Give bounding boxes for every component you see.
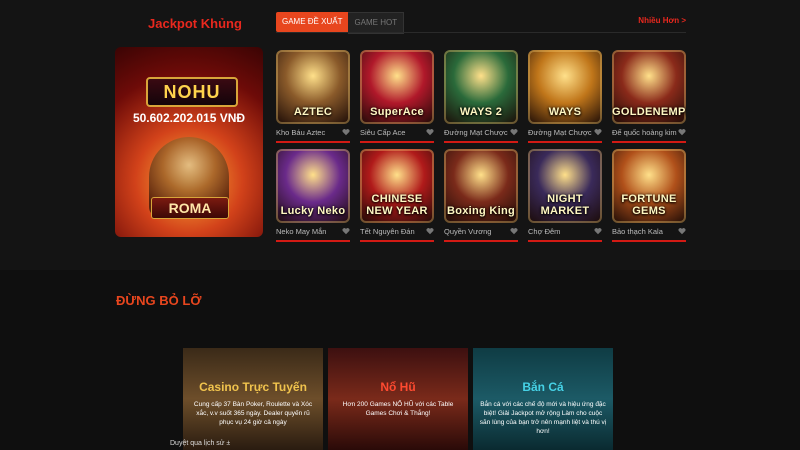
game-thumbnail[interactable]: Boxing King	[444, 149, 518, 223]
heart-icon[interactable]	[678, 227, 686, 235]
card-underline	[528, 141, 602, 143]
game-tabs: GAME ĐỀ XUẤT GAME HOT	[276, 12, 405, 34]
game-thumb-title: AZTEC	[293, 106, 333, 118]
game-label: Bảo thạch Kala	[612, 227, 663, 236]
section-title: ĐỪNG BỎ LỠ	[116, 293, 202, 308]
heart-icon[interactable]	[510, 128, 518, 136]
game-label: Kho Báu Aztec	[276, 128, 326, 137]
game-card[interactable]: SuperAce Siêu Cấp Ace	[360, 50, 434, 143]
heart-icon[interactable]	[342, 128, 350, 136]
featured-section: Jackpot Khủng GAME ĐỀ XUẤT GAME HOT Nhiề…	[0, 0, 800, 270]
game-thumbnail[interactable]: WAYS	[528, 50, 602, 124]
game-thumb-title: Boxing King	[446, 205, 516, 217]
game-card[interactable]: FORTUNE GEMS Bảo thạch Kala	[612, 149, 686, 242]
game-thumbnail[interactable]: SuperAce	[360, 50, 434, 124]
promo-title: Bắn Cá	[522, 380, 564, 394]
tab-hot[interactable]: GAME HOT	[348, 12, 405, 34]
game-thumb-title: Lucky Neko	[280, 205, 346, 217]
card-underline	[360, 240, 434, 242]
game-thumb-title: WAYS 2	[459, 106, 503, 118]
card-underline	[360, 141, 434, 143]
game-thumb-title: NIGHT MARKET	[540, 193, 590, 217]
promo-desc: Cung cấp 37 Bàn Poker, Roulette và Xóc x…	[193, 401, 313, 426]
history-link[interactable]: Duyệt qua lịch sử ±	[170, 440, 230, 447]
jackpot-amount: 50.602.202.015 VNĐ	[132, 111, 246, 125]
card-underline	[276, 141, 350, 143]
roma-badge: ROMA	[151, 197, 229, 219]
promo-card-nohu[interactable]: Nổ Hũ Hơn 200 Games NỔ HŨ với các Table …	[328, 348, 468, 450]
game-card[interactable]: NIGHT MARKET Chợ Đêm	[528, 149, 602, 242]
game-thumb-title: FORTUNE GEMS	[621, 193, 677, 217]
tab-recommended[interactable]: GAME ĐỀ XUẤT	[276, 12, 349, 32]
card-underline	[444, 240, 518, 242]
game-card[interactable]: AZTEC Kho Báu Aztec	[276, 50, 350, 143]
game-thumbnail[interactable]: GOLDENEMPIRE	[612, 50, 686, 124]
heart-icon[interactable]	[594, 128, 602, 136]
game-thumbnail[interactable]: AZTEC	[276, 50, 350, 124]
heart-icon[interactable]	[510, 227, 518, 235]
game-card[interactable]: Lucky Neko Neko May Mắn	[276, 149, 350, 242]
game-thumbnail[interactable]: FORTUNE GEMS	[612, 149, 686, 223]
promo-title: Casino Trực Tuyến	[199, 380, 307, 394]
heart-icon[interactable]	[678, 128, 686, 136]
game-label: Neko May Mắn	[276, 227, 327, 236]
game-label: Đế quốc hoàng kim	[612, 128, 677, 137]
more-link[interactable]: Nhiều Hơn >	[638, 16, 686, 25]
card-underline	[612, 141, 686, 143]
game-thumb-title: WAYS	[548, 106, 582, 118]
game-card[interactable]: Boxing King Quyền Vương	[444, 149, 518, 242]
card-underline	[444, 141, 518, 143]
game-thumbnail[interactable]: NIGHT MARKET	[528, 149, 602, 223]
card-underline	[528, 240, 602, 242]
heart-icon[interactable]	[342, 227, 350, 235]
game-thumb-title: SuperAce	[370, 106, 424, 118]
logo-text: NOHU	[163, 82, 221, 102]
game-label: Đường Mạt Chược	[444, 128, 508, 137]
game-label: Chợ Đêm	[528, 227, 561, 236]
game-thumbnail[interactable]: Lucky Neko	[276, 149, 350, 223]
card-underline	[276, 240, 350, 242]
divider	[276, 32, 686, 33]
game-thumbnail[interactable]: WAYS 2	[444, 50, 518, 124]
promo-title: Nổ Hũ	[380, 380, 416, 394]
game-thumb-title: GOLDENEMPIRE	[612, 106, 686, 118]
promo-desc: Hơn 200 Games NỔ HŨ với các Table Games …	[342, 401, 454, 417]
game-card[interactable]: CHINESE NEW YEAR Tết Nguyên Đán	[360, 149, 434, 242]
promo-card-fishing[interactable]: Bắn Cá Bắn cá với các chế độ mới và hiệu…	[473, 348, 613, 450]
jackpot-banner[interactable]: NOHU 50.602.202.015 VNĐ ROMA	[115, 47, 263, 237]
heart-icon[interactable]	[426, 128, 434, 136]
game-label: Tết Nguyên Đán	[360, 227, 415, 236]
game-card[interactable]: WAYS 2 Đường Mạt Chược	[444, 50, 518, 143]
promo-card-casino[interactable]: Casino Trực Tuyến Cung cấp 37 Bàn Poker,…	[183, 348, 323, 450]
nohu-logo: NOHU	[146, 77, 238, 107]
game-thumb-title: CHINESE NEW YEAR	[366, 193, 428, 217]
jackpot-title: Jackpot Khủng	[148, 16, 242, 31]
game-label: Siêu Cấp Ace	[360, 128, 406, 137]
card-underline	[612, 240, 686, 242]
game-label: Đường Mạt Chược	[528, 128, 592, 137]
game-card[interactable]: WAYS Đường Mạt Chược	[528, 50, 602, 143]
heart-icon[interactable]	[594, 227, 602, 235]
heart-icon[interactable]	[426, 227, 434, 235]
game-card[interactable]: GOLDENEMPIRE Đế quốc hoàng kim	[612, 50, 686, 143]
promo-desc: Bắn cá với các chế độ mới và hiệu ứng đặ…	[479, 401, 607, 435]
game-label: Quyền Vương	[444, 227, 492, 236]
game-thumbnail[interactable]: CHINESE NEW YEAR	[360, 149, 434, 223]
